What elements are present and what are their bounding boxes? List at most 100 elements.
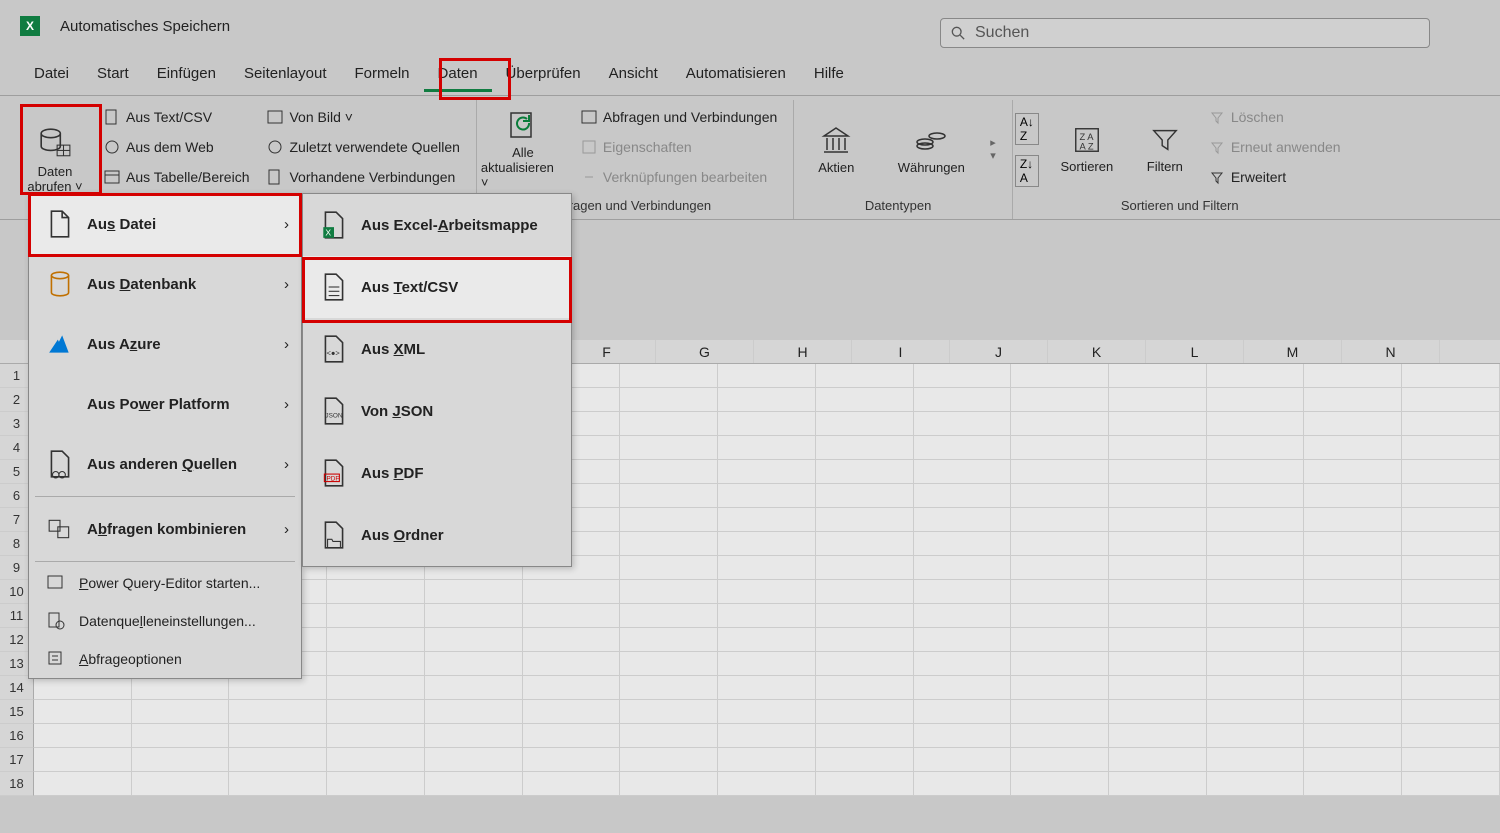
cell[interactable] bbox=[523, 604, 621, 628]
cell[interactable] bbox=[816, 364, 914, 388]
cell[interactable] bbox=[718, 724, 816, 748]
cell[interactable] bbox=[1207, 652, 1305, 676]
cell[interactable] bbox=[1011, 772, 1109, 796]
cell[interactable] bbox=[327, 628, 425, 652]
cell[interactable] bbox=[620, 652, 718, 676]
cell[interactable] bbox=[816, 700, 914, 724]
cell[interactable] bbox=[425, 652, 523, 676]
advanced-filter-button[interactable]: Erweitert bbox=[1205, 164, 1345, 190]
cell[interactable] bbox=[1011, 508, 1109, 532]
cell[interactable] bbox=[620, 724, 718, 748]
cell[interactable] bbox=[914, 628, 1012, 652]
col-header[interactable]: H bbox=[754, 340, 852, 363]
cell[interactable] bbox=[327, 604, 425, 628]
cell[interactable] bbox=[1207, 508, 1305, 532]
cell[interactable] bbox=[1011, 700, 1109, 724]
cell[interactable] bbox=[718, 364, 816, 388]
cell[interactable] bbox=[914, 436, 1012, 460]
col-header[interactable]: K bbox=[1048, 340, 1146, 363]
cell[interactable] bbox=[1402, 748, 1500, 772]
cell[interactable] bbox=[914, 508, 1012, 532]
cell[interactable] bbox=[1402, 676, 1500, 700]
tab-ansicht[interactable]: Ansicht bbox=[595, 55, 672, 92]
cell[interactable] bbox=[914, 676, 1012, 700]
submenu-folder[interactable]: Aus Ordner bbox=[303, 504, 571, 566]
cell[interactable] bbox=[327, 772, 425, 796]
cell[interactable] bbox=[1304, 556, 1402, 580]
cell[interactable] bbox=[816, 628, 914, 652]
cell[interactable] bbox=[34, 676, 132, 700]
from-text-csv-button[interactable]: Aus Text/CSV bbox=[100, 104, 253, 130]
cell[interactable] bbox=[914, 556, 1012, 580]
submenu-excel-workbook[interactable]: X Aus Excel-Arbeitsmappe bbox=[303, 194, 571, 256]
cell[interactable] bbox=[327, 724, 425, 748]
cell[interactable] bbox=[1402, 580, 1500, 604]
cell[interactable] bbox=[1207, 364, 1305, 388]
cell[interactable] bbox=[1402, 604, 1500, 628]
cell[interactable] bbox=[132, 772, 230, 796]
cell[interactable] bbox=[1011, 436, 1109, 460]
refresh-all-button[interactable]: Alle aktualisieren ˅ bbox=[479, 102, 567, 196]
cell[interactable] bbox=[425, 676, 523, 700]
menu-pq-editor[interactable]: Power Query-Editor starten... bbox=[29, 564, 301, 602]
cell[interactable] bbox=[1304, 532, 1402, 556]
cell[interactable] bbox=[1011, 628, 1109, 652]
row-header[interactable]: 15 bbox=[0, 700, 34, 724]
cell[interactable] bbox=[34, 724, 132, 748]
cell[interactable] bbox=[620, 484, 718, 508]
cell[interactable] bbox=[425, 748, 523, 772]
cell[interactable] bbox=[1109, 700, 1207, 724]
cell[interactable] bbox=[132, 748, 230, 772]
cell[interactable] bbox=[1402, 388, 1500, 412]
cell[interactable] bbox=[816, 388, 914, 412]
cell[interactable] bbox=[1011, 724, 1109, 748]
cell[interactable] bbox=[620, 676, 718, 700]
cell[interactable] bbox=[816, 652, 914, 676]
row-header[interactable]: 14 bbox=[0, 676, 34, 700]
cell[interactable] bbox=[914, 460, 1012, 484]
cell[interactable] bbox=[327, 652, 425, 676]
stocks-button[interactable]: Aktien bbox=[796, 102, 876, 196]
cell[interactable] bbox=[718, 580, 816, 604]
cell[interactable] bbox=[425, 724, 523, 748]
row-header[interactable]: 16 bbox=[0, 724, 34, 748]
cell[interactable] bbox=[229, 748, 327, 772]
search-box[interactable]: Suchen bbox=[940, 18, 1430, 48]
filter-button[interactable]: Filtern bbox=[1135, 102, 1195, 196]
currency-button[interactable]: Währungen bbox=[886, 102, 976, 196]
cell[interactable] bbox=[425, 604, 523, 628]
cell[interactable] bbox=[816, 508, 914, 532]
from-image-button[interactable]: Von Bild ˅ bbox=[263, 104, 463, 130]
cell[interactable] bbox=[718, 700, 816, 724]
cell[interactable] bbox=[620, 436, 718, 460]
cell[interactable] bbox=[816, 412, 914, 436]
cell[interactable] bbox=[1402, 508, 1500, 532]
cell[interactable] bbox=[620, 364, 718, 388]
tab-hilfe[interactable]: Hilfe bbox=[800, 55, 858, 92]
cell[interactable] bbox=[1402, 412, 1500, 436]
cell[interactable] bbox=[1011, 532, 1109, 556]
cell[interactable] bbox=[1011, 556, 1109, 580]
cell[interactable] bbox=[229, 772, 327, 796]
cell[interactable] bbox=[1207, 388, 1305, 412]
cell[interactable] bbox=[1207, 532, 1305, 556]
tab-formeln[interactable]: Formeln bbox=[341, 55, 424, 92]
cell[interactable] bbox=[1207, 580, 1305, 604]
cell[interactable] bbox=[1109, 364, 1207, 388]
cell[interactable] bbox=[718, 412, 816, 436]
cell[interactable] bbox=[816, 604, 914, 628]
tab-daten[interactable]: Daten bbox=[424, 55, 492, 92]
cell[interactable] bbox=[914, 652, 1012, 676]
col-header[interactable]: N bbox=[1342, 340, 1440, 363]
cell[interactable] bbox=[425, 580, 523, 604]
cell[interactable] bbox=[1402, 724, 1500, 748]
cell[interactable] bbox=[816, 772, 914, 796]
cell[interactable] bbox=[1304, 364, 1402, 388]
tab-seitenlayout[interactable]: Seitenlayout bbox=[230, 55, 341, 92]
cell[interactable] bbox=[132, 724, 230, 748]
datatype-nav-icon[interactable]: ▸▾ bbox=[986, 102, 1000, 196]
cell[interactable] bbox=[1304, 652, 1402, 676]
cell[interactable] bbox=[914, 484, 1012, 508]
cell[interactable] bbox=[1011, 484, 1109, 508]
cell[interactable] bbox=[1402, 460, 1500, 484]
